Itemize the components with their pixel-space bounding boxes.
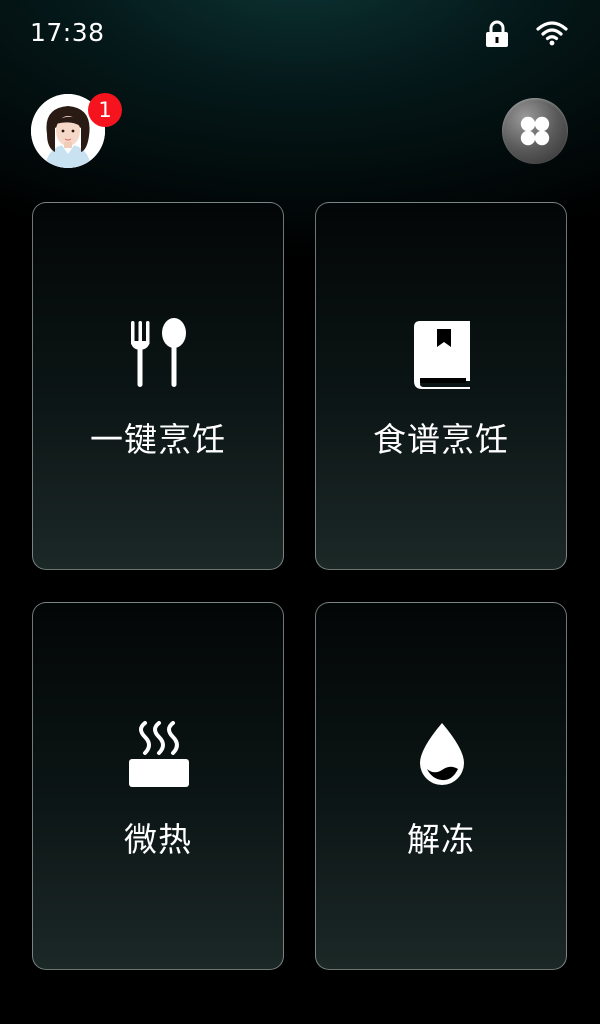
notification-badge: 1 <box>88 93 122 127</box>
card-label: 解冻 <box>407 820 475 859</box>
card-label: 食谱烹饪 <box>373 420 509 459</box>
app-menu-button[interactable] <box>502 98 568 164</box>
card-label: 微热 <box>124 820 192 859</box>
status-bar: 17:38 <box>0 0 600 70</box>
recipe-book-icon <box>414 321 470 389</box>
fork-spoon-icon <box>131 318 186 387</box>
status-time: 17:38 <box>30 18 105 47</box>
water-drop-icon <box>420 723 464 785</box>
card-recipe-cooking[interactable]: 食谱烹饪 <box>315 202 567 570</box>
card-defrost[interactable]: 解冻 <box>315 602 567 970</box>
home-screen: 17:38 1 一键烹饪 食谱烹饪 微热 解冻 <box>0 0 600 1024</box>
lock-icon <box>486 20 508 47</box>
card-warm-up[interactable]: 微热 <box>32 602 284 970</box>
card-label: 一键烹饪 <box>90 420 226 459</box>
wifi-icon <box>536 21 568 46</box>
four-petal-menu-icon <box>520 116 550 146</box>
steam-heat-icon <box>129 721 189 787</box>
card-one-key-cooking[interactable]: 一键烹饪 <box>32 202 284 570</box>
